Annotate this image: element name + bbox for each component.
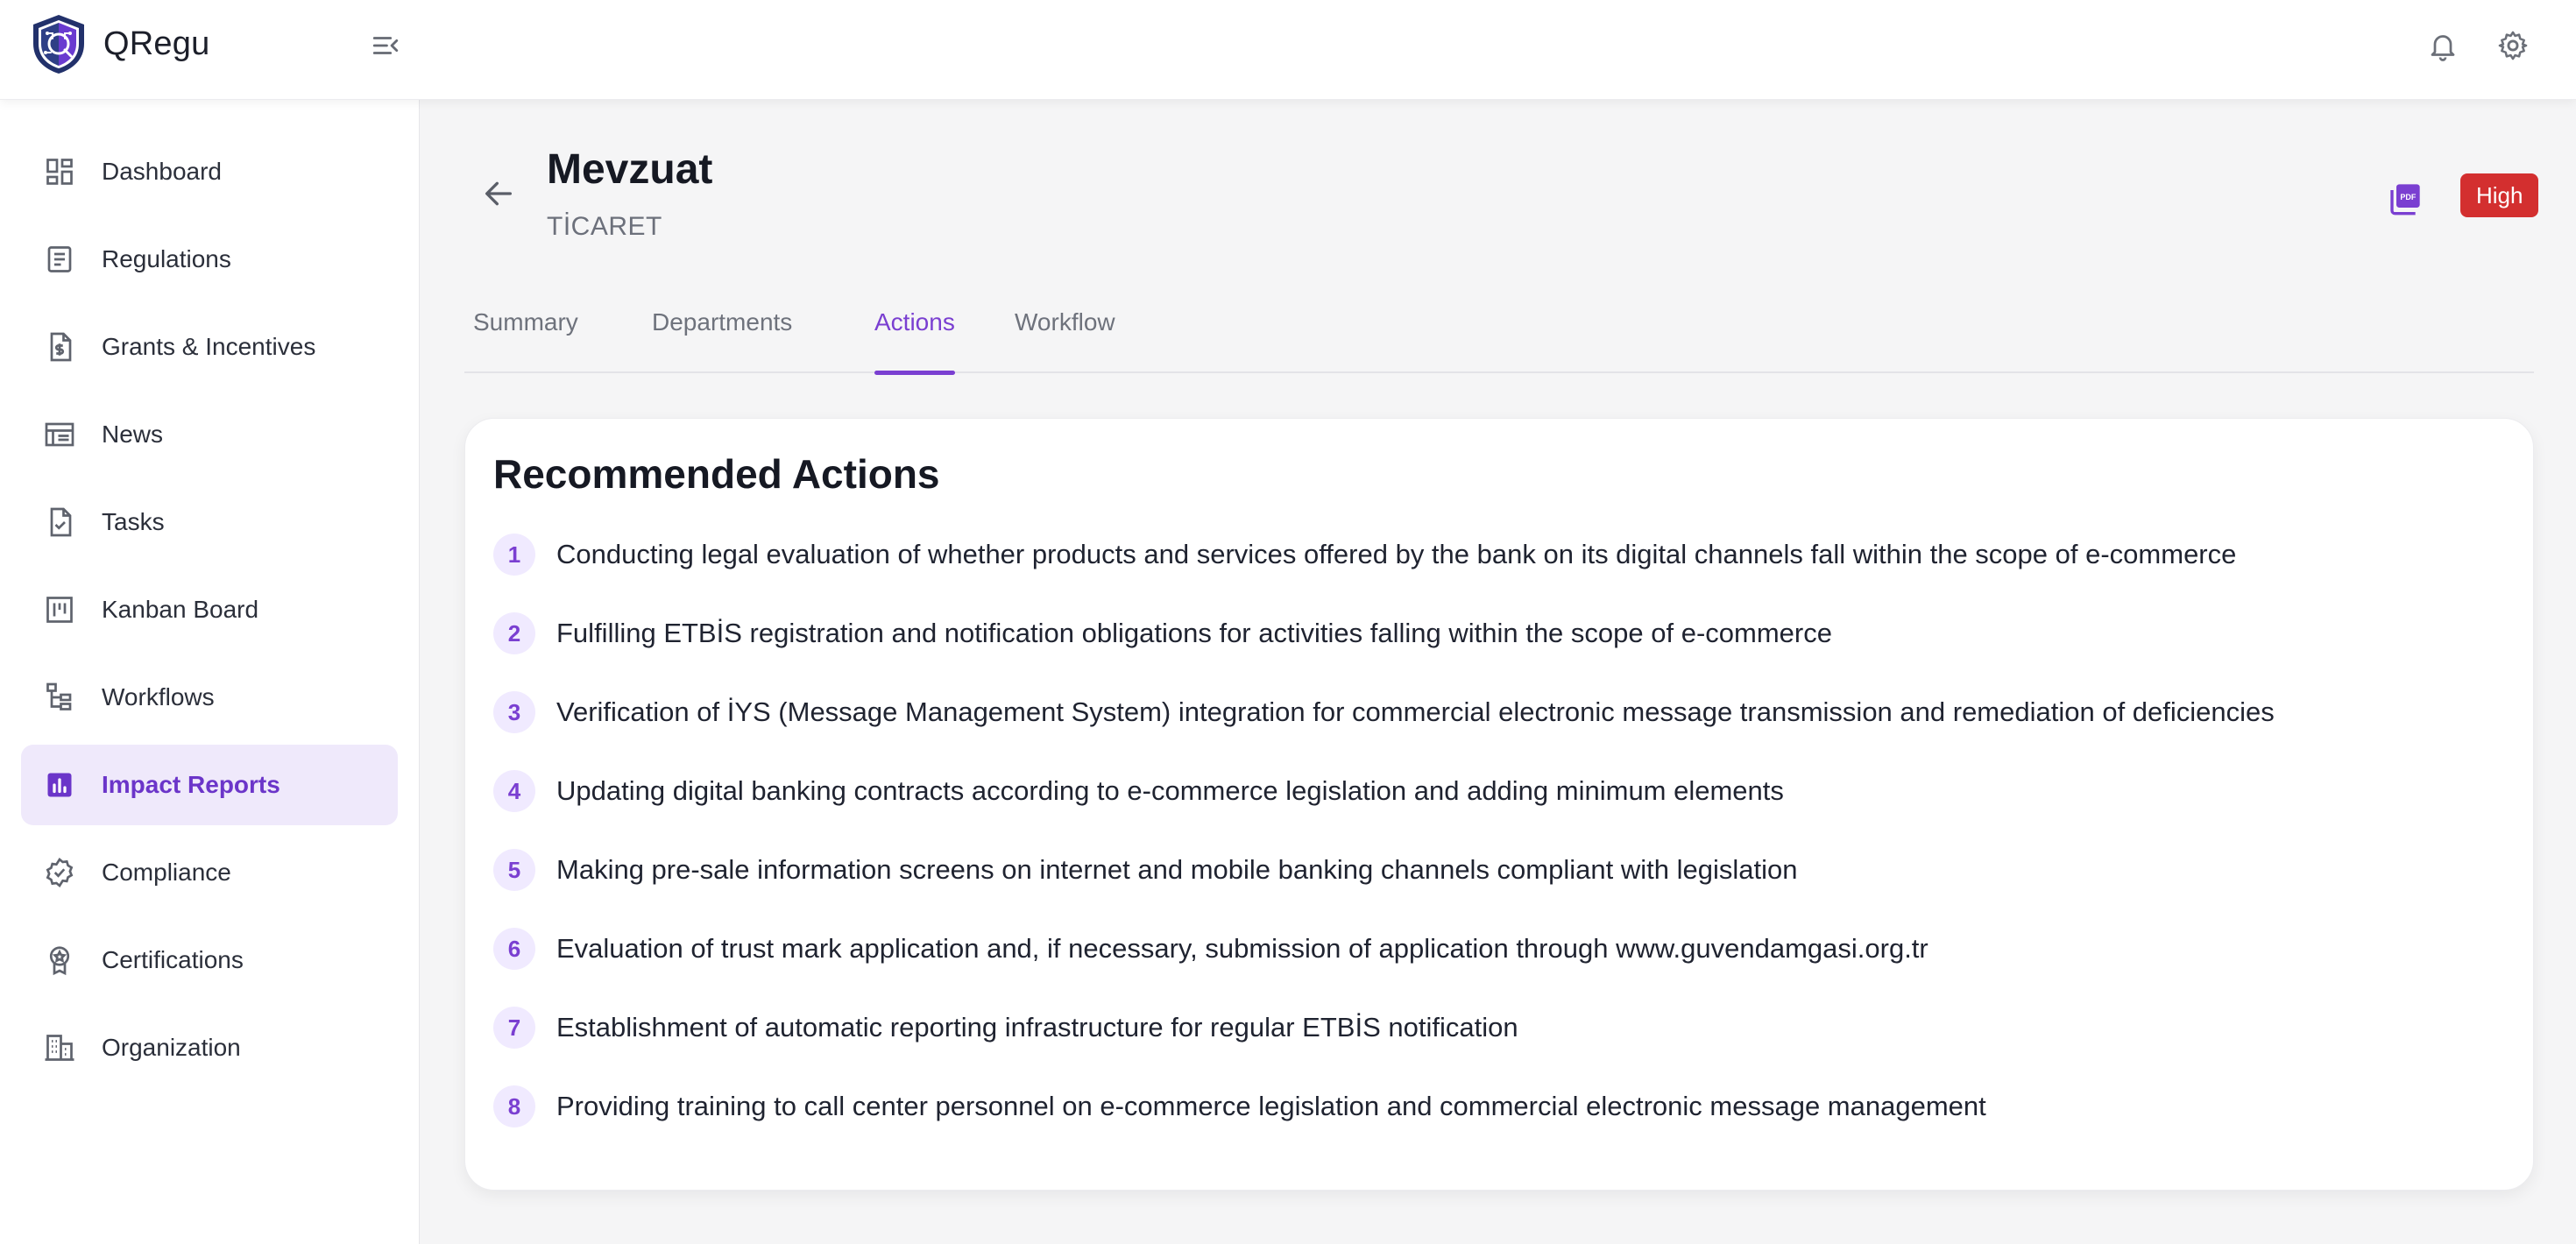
- item-number: 7: [493, 1007, 535, 1049]
- list-item: 7 Establishment of automatic reporting i…: [493, 988, 2509, 1067]
- item-number: 5: [493, 849, 535, 891]
- item-number: 3: [493, 691, 535, 733]
- sidebar-item-label: Impact Reports: [102, 771, 280, 798]
- sidebar-item-certifications[interactable]: Certifications: [21, 920, 398, 1000]
- sidebar-item-label: Dashboard: [102, 158, 222, 185]
- item-number: 8: [493, 1085, 535, 1127]
- tab-departments[interactable]: Departments: [652, 303, 792, 373]
- app-root: QRegu Dashboard Regulations Grants & Inc…: [0, 0, 2576, 1244]
- item-text: Updating digital banking contracts accor…: [556, 775, 1784, 806]
- recommended-actions-card: Recommended Actions 1 Conducting legal e…: [464, 418, 2534, 1191]
- verified-icon: [40, 853, 79, 892]
- item-text: Providing training to call center person…: [556, 1091, 1986, 1121]
- news-icon: [40, 415, 79, 454]
- sidebar-item-label: Certifications: [102, 946, 244, 973]
- sidebar-item-workflows[interactable]: Workflows: [21, 657, 398, 738]
- list-item: 8 Providing training to call center pers…: [493, 1067, 2509, 1146]
- item-number: 2: [493, 612, 535, 654]
- settings-button[interactable]: [2494, 26, 2532, 65]
- kanban-icon: [40, 590, 79, 629]
- document-icon: [40, 240, 79, 279]
- svg-text:PDF: PDF: [2400, 193, 2417, 201]
- sidebar-item-grants[interactable]: Grants & Incentives: [21, 307, 398, 387]
- sidebar-item-compliance[interactable]: Compliance: [21, 832, 398, 913]
- item-number: 6: [493, 928, 535, 970]
- tab-actions[interactable]: Actions: [874, 303, 955, 375]
- menu-collapse-icon: [372, 37, 399, 54]
- dashboard-icon: [40, 152, 79, 191]
- badge-icon: [40, 941, 79, 979]
- page-title: Mevzuat: [547, 146, 713, 193]
- main-content: Mevzuat TİCARET PDF High Summary Departm…: [421, 100, 2576, 1244]
- sidebar-item-label: Compliance: [102, 859, 231, 886]
- list-item: 5 Making pre-sale information screens on…: [493, 831, 2509, 909]
- building-icon: [40, 1028, 79, 1067]
- sidebar-item-tasks[interactable]: Tasks: [21, 482, 398, 562]
- sidebar-item-label: Tasks: [102, 508, 165, 535]
- sidebar-item-label: Regulations: [102, 245, 231, 272]
- workflow-icon: [40, 678, 79, 717]
- list-item: 4 Updating digital banking contracts acc…: [493, 752, 2509, 831]
- chart-icon: [40, 766, 79, 804]
- item-text: Conducting legal evaluation of whether p…: [556, 539, 2237, 569]
- sidebar-item-news[interactable]: News: [21, 394, 398, 475]
- sidebar-item-regulations[interactable]: Regulations: [21, 219, 398, 300]
- sidebar-item-dashboard[interactable]: Dashboard: [21, 131, 398, 212]
- item-text: Making pre-sale information screens on i…: [556, 854, 1798, 885]
- shield-logo-icon: [33, 15, 84, 74]
- tab-workflow[interactable]: Workflow: [1015, 303, 1115, 373]
- actions-list: 1 Conducting legal evaluation of whether…: [493, 515, 2509, 1146]
- gear-icon: [2498, 31, 2528, 60]
- export-pdf-button[interactable]: PDF: [2383, 177, 2427, 221]
- sidebar-item-impact-reports[interactable]: Impact Reports: [21, 745, 398, 825]
- tabs: Summary Departments Actions Workflow: [464, 303, 2534, 375]
- sidebar-item-label: Grants & Incentives: [102, 333, 316, 360]
- page-subtitle: TİCARET: [547, 212, 662, 241]
- brand[interactable]: QRegu: [30, 12, 209, 75]
- top-bar: QRegu: [0, 0, 2576, 100]
- item-text: Fulfilling ETBİS registration and notifi…: [556, 618, 1832, 648]
- collapse-sidebar-button[interactable]: [366, 26, 405, 65]
- tab-summary[interactable]: Summary: [473, 303, 578, 373]
- task-icon: [40, 503, 79, 541]
- sidebar: Dashboard Regulations Grants & Incentive…: [0, 100, 420, 1244]
- sidebar-item-kanban[interactable]: Kanban Board: [21, 569, 398, 650]
- item-number: 4: [493, 770, 535, 812]
- notifications-button[interactable]: [2424, 26, 2462, 65]
- back-button[interactable]: [477, 172, 520, 216]
- card-title: Recommended Actions: [493, 451, 940, 497]
- arrow-back-icon: [485, 181, 512, 206]
- sidebar-item-label: Workflows: [102, 683, 215, 710]
- sidebar-item-label: News: [102, 421, 164, 448]
- item-number: 1: [493, 534, 535, 576]
- list-item: 2 Fulfilling ETBİS registration and noti…: [493, 594, 2509, 673]
- sidebar-item-label: Kanban Board: [102, 596, 259, 623]
- list-item: 1 Conducting legal evaluation of whether…: [493, 515, 2509, 594]
- item-text: Establishment of automatic reporting inf…: [556, 1012, 1518, 1043]
- app-name: QRegu: [103, 25, 210, 62]
- dollar-file-icon: [40, 328, 79, 366]
- item-text: Verification of İYS (Message Management …: [556, 696, 2275, 727]
- sidebar-item-label: Organization: [102, 1034, 241, 1061]
- bell-icon: [2431, 35, 2455, 61]
- list-item: 6 Evaluation of trust mark application a…: [493, 909, 2509, 988]
- priority-badge: High: [2460, 173, 2539, 217]
- item-text: Evaluation of trust mark application and…: [556, 933, 1928, 964]
- list-item: 3 Verification of İYS (Message Managemen…: [493, 673, 2509, 752]
- sidebar-item-organization[interactable]: Organization: [21, 1007, 398, 1088]
- pdf-icon: PDF: [2390, 184, 2420, 216]
